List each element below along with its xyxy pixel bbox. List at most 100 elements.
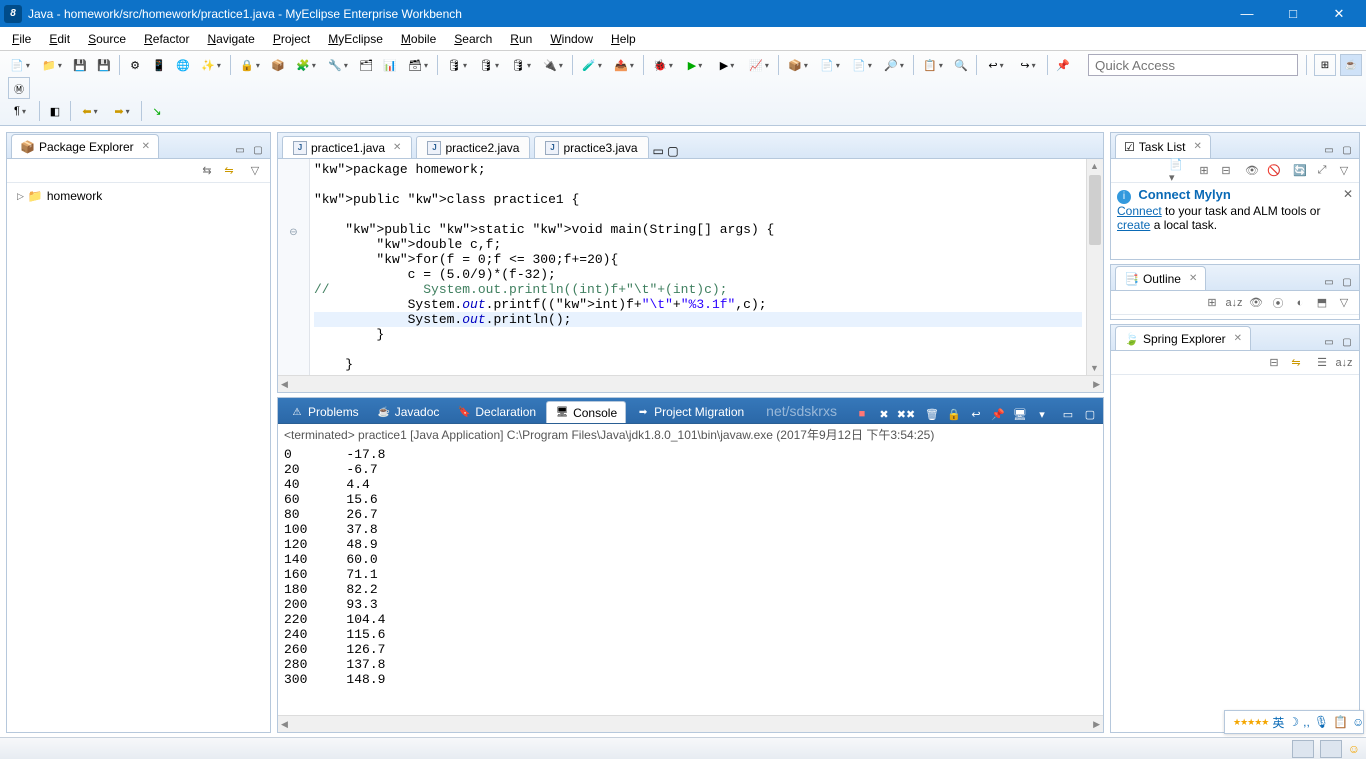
deploy-server-button[interactable]: ⚙ <box>124 54 146 76</box>
menu-search[interactable]: Search <box>446 30 500 48</box>
menu-source[interactable]: Source <box>80 30 134 48</box>
java-perspective-button[interactable]: ☕ <box>1340 54 1362 76</box>
schedule-icon[interactable]: ⊟ <box>1217 162 1235 180</box>
launch-mobile-button[interactable]: 📱 <box>148 54 170 76</box>
toggle-mark-button[interactable]: ◧ <box>44 100 66 122</box>
deploy-button[interactable]: 📤 <box>609 54 639 76</box>
build-button[interactable]: 🧪 <box>577 54 607 76</box>
minimize-view-icon[interactable]: ▭ <box>1321 334 1337 350</box>
close-icon[interactable]: ✕ <box>1234 333 1242 344</box>
collapse-all-icon[interactable]: ⇆ <box>198 162 216 180</box>
minimize-view-icon[interactable]: ▭ <box>1321 274 1337 290</box>
search-button[interactable]: 🔍 <box>950 54 972 76</box>
editor-tab-practice2-java[interactable]: Jpractice2.java <box>416 136 530 158</box>
open-type-button[interactable]: 🔎 <box>879 54 909 76</box>
ime-lang[interactable]: 英 <box>1272 714 1284 731</box>
tool-6[interactable]: 📊 <box>379 54 401 76</box>
new-task-icon[interactable]: 📄▾ <box>1169 162 1187 180</box>
coverage-button[interactable]: 📈 <box>744 54 774 76</box>
hide-local-icon[interactable]: ⬒ <box>1313 294 1331 312</box>
ime-clipboard-icon[interactable]: 📋 <box>1333 715 1348 729</box>
open-console-icon[interactable]: ▾ <box>1033 405 1051 423</box>
menu-window[interactable]: Window <box>542 30 601 48</box>
tool-2[interactable]: 📦 <box>267 54 289 76</box>
maximize-view-icon[interactable]: ▢ <box>1339 142 1355 158</box>
maximize-bottom-icon[interactable]: ▢ <box>1081 405 1099 423</box>
az-icon[interactable]: a↓z <box>1225 294 1243 312</box>
spring-tab[interactable]: 🍃 Spring Explorer ✕ <box>1115 326 1251 350</box>
editor-vertical-scrollbar[interactable] <box>1086 159 1103 375</box>
db-button-2[interactable]: 🛢 <box>474 54 504 76</box>
menu-project[interactable]: Project <box>265 30 318 48</box>
myeclipse-perspective-button[interactable]: Ⓜ <box>8 77 30 99</box>
tool-1[interactable]: 🔒 <box>235 54 265 76</box>
open-task-button[interactable]: 📋 <box>918 54 948 76</box>
collapse-icon[interactable]: ⤢ <box>1313 162 1331 180</box>
link-editor-icon[interactable]: ⇋ <box>220 162 238 180</box>
hide-static-icon[interactable]: ⦿ <box>1269 294 1287 312</box>
link-icon[interactable]: ⇋ <box>1287 354 1305 372</box>
pin-editor-button[interactable]: 📌 <box>1052 54 1074 76</box>
heap-status-icon[interactable]: ☺ <box>1348 742 1360 756</box>
menu-navigate[interactable]: Navigate <box>199 30 262 48</box>
maximize-view-icon[interactable]: ▢ <box>1339 334 1355 350</box>
maximize-button[interactable]: □ <box>1270 0 1316 27</box>
minimize-view-icon[interactable]: ▭ <box>232 142 248 158</box>
source-editor[interactable]: "kw">package homework; "kw">public "kw">… <box>310 159 1086 375</box>
browser-button[interactable]: 🌐 <box>172 54 194 76</box>
close-button[interactable]: ✕ <box>1316 0 1362 27</box>
debug-button[interactable]: 🐞 <box>648 54 678 76</box>
categorize-icon[interactable]: ⊞ <box>1195 162 1213 180</box>
new-interface-button[interactable]: 📄 <box>847 54 877 76</box>
ime-moon-icon[interactable]: ☽ <box>1288 715 1299 729</box>
hide-fields-icon[interactable]: 👁 <box>1247 294 1265 312</box>
run-last-button[interactable]: ▶ <box>712 54 742 76</box>
perspective-open-button[interactable]: ⊞ <box>1314 54 1336 76</box>
menu-run[interactable]: Run <box>502 30 540 48</box>
close-icon[interactable]: ✕ <box>1189 273 1197 284</box>
new-package-button[interactable]: 📦 <box>783 54 813 76</box>
minimize-button[interactable]: — <box>1224 0 1270 27</box>
step-button[interactable]: ↘ <box>146 100 168 122</box>
new-project-button[interactable]: 📁 <box>37 54 67 76</box>
sort-icon[interactable]: a↓z <box>1335 354 1353 372</box>
maximize-view-icon[interactable]: ▢ <box>1339 274 1355 290</box>
scroll-lock-icon[interactable]: 🔒 <box>945 405 963 423</box>
close-icon[interactable]: ✕ <box>393 142 401 153</box>
task-list-tab[interactable]: ☑ Task List ✕ <box>1115 134 1211 158</box>
menu-mobile[interactable]: Mobile <box>393 30 444 48</box>
collapse-icon[interactable]: ⊟ <box>1265 354 1283 372</box>
tool-7[interactable]: 🗃 <box>403 54 433 76</box>
new-class-button[interactable]: 📄 <box>815 54 845 76</box>
maximize-view-icon[interactable]: ▢ <box>250 142 266 158</box>
sync-icon[interactable]: 🔄 <box>1291 162 1309 180</box>
save-button[interactable]: 💾 <box>69 54 91 76</box>
nav-forward-button[interactable]: ➡ <box>107 100 137 122</box>
editor-tab-practice3-java[interactable]: Jpractice3.java <box>534 136 648 158</box>
ime-toolbar[interactable]: ★★★★★ 英 ☽ ,, 🎙 📋 ☺ <box>1224 710 1364 734</box>
tool-5[interactable]: 🗂 <box>355 54 377 76</box>
mylyn-connect-link[interactable]: Connect <box>1117 204 1162 218</box>
wrap-icon[interactable]: ↩ <box>967 405 985 423</box>
bottom-tab-project-migration[interactable]: ➡Project Migration <box>628 401 752 423</box>
save-all-button[interactable]: 💾 <box>93 54 115 76</box>
view-menu-icon[interactable]: ▽ <box>246 162 264 180</box>
sort-icon[interactable]: ⊞ <box>1203 294 1221 312</box>
ime-comma-icon[interactable]: ,, <box>1303 715 1310 729</box>
editor-horizontal-scrollbar[interactable] <box>278 375 1103 392</box>
ime-mic-icon[interactable]: 🎙 <box>1314 715 1329 729</box>
db-button-3[interactable]: 🛢 <box>506 54 536 76</box>
wand-button[interactable]: ✨ <box>196 54 226 76</box>
pin-console-icon[interactable]: 📌 <box>989 405 1007 423</box>
nav-back-button[interactable]: ⬅ <box>75 100 105 122</box>
trim-stack-1[interactable] <box>1292 740 1314 758</box>
run-button[interactable]: ▶ <box>680 54 710 76</box>
outline-tab[interactable]: 📑 Outline ✕ <box>1115 266 1206 290</box>
maximize-editor-icon[interactable]: ▢ <box>667 144 678 158</box>
tool-4[interactable]: 🔧 <box>323 54 353 76</box>
menu-edit[interactable]: Edit <box>41 30 78 48</box>
editor-tab-practice1-java[interactable]: Jpractice1.java✕ <box>282 136 412 158</box>
hide-icon[interactable]: 🚫 <box>1265 162 1283 180</box>
bottom-tab-declaration[interactable]: 🔖Declaration <box>449 401 544 423</box>
remove-all-icon[interactable]: ✖✖ <box>897 405 915 423</box>
